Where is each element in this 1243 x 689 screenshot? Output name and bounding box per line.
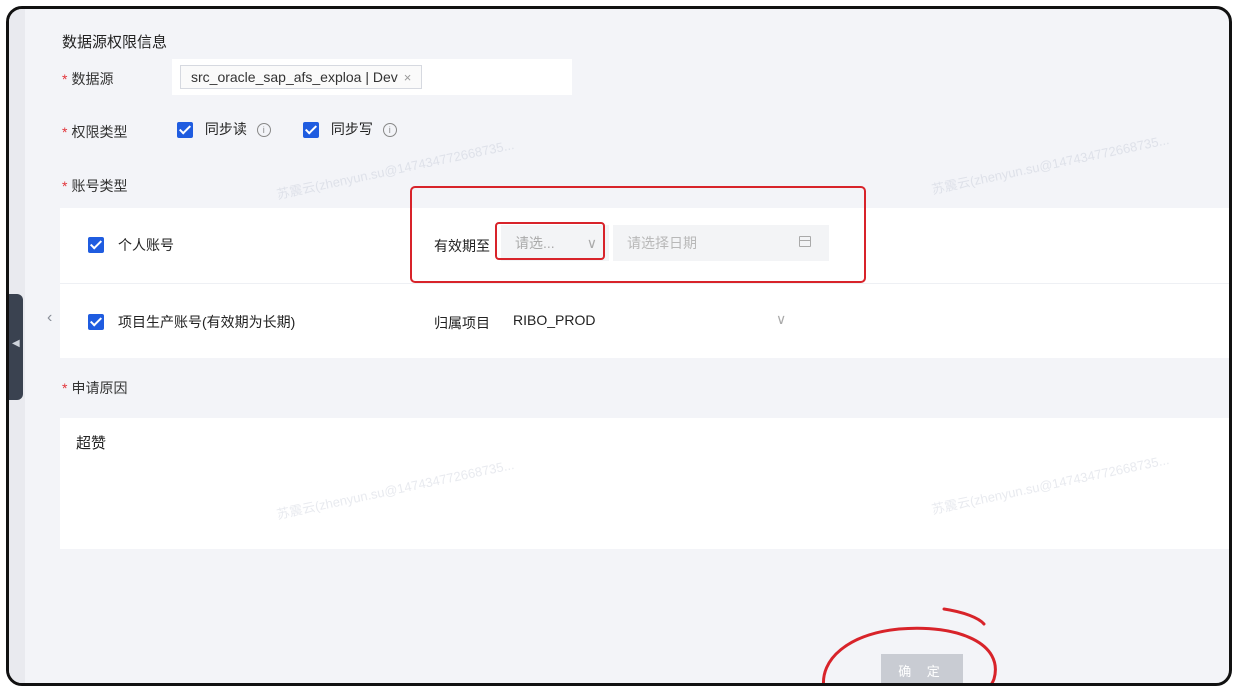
reason-label-row: * 申请原因 [62,378,127,398]
perm-write-label: 同步写 [330,121,373,137]
required-mark: * [62,178,68,194]
perm-write-option[interactable]: 同步写 i [303,119,397,139]
personal-account-option[interactable]: 个人账号 [88,235,174,255]
owner-project-value[interactable]: RIBO_PROD [513,312,595,328]
datasource-label: 数据源 [71,71,114,87]
permission-label-row: * 权限类型 [62,122,127,142]
project-account-option[interactable]: 项目生产账号(有效期为长期) [88,312,295,332]
required-mark: * [62,380,68,396]
confirm-button[interactable]: 确 定 [881,654,963,683]
required-mark: * [62,124,68,140]
reason-text: 超赞 [76,435,107,452]
datasource-select[interactable]: src_oracle_sap_afs_exploa | Dev × [172,59,572,95]
tag-close-icon[interactable]: × [404,70,412,85]
permission-label: 权限类型 [71,124,128,140]
account-type-label-row: * 账号类型 [62,176,127,196]
watermark: 苏震云(zhenyun.su@147434772668735... [930,131,1171,198]
owner-project-label: 归属项目 [434,315,490,331]
required-mark: * [62,71,68,87]
info-icon[interactable]: i [382,123,397,138]
chevron-left-icon[interactable]: ‹ [47,309,52,327]
sidebar-toggle-handle[interactable]: ◀ [9,294,23,400]
perm-read-option[interactable]: 同步读 i [177,119,271,139]
datasource-tag: src_oracle_sap_afs_exploa | Dev × [180,65,423,89]
chevron-down-icon[interactable]: ∨ [776,311,786,328]
app-frame: ◀ ‹ 数据源权限信息 * 数据源 src_oracle_sap_afs_expl… [6,6,1232,686]
section-title: 数据源权限信息 [62,34,168,51]
checkbox-checked-icon[interactable] [88,237,104,253]
personal-account-label: 个人账号 [118,237,174,253]
project-account-label: 项目生产账号(有效期为长期) [118,314,296,330]
checkbox-checked-icon[interactable] [88,314,104,330]
checkbox-checked-icon[interactable] [177,122,193,139]
reason-label: 申请原因 [71,380,128,396]
annotation-rectangle [410,186,866,283]
perm-read-label: 同步读 [204,121,247,137]
info-icon[interactable]: i [256,123,271,138]
annotation-rectangle [495,222,605,260]
caret-left-icon: ◀ [12,338,20,349]
checkbox-checked-icon[interactable] [303,122,319,139]
reason-textarea[interactable]: 超赞 [60,418,1229,549]
datasource-tag-text: src_oracle_sap_afs_exploa | Dev [191,69,398,85]
datasource-label-row: * 数据源 [62,69,113,89]
account-type-label: 账号类型 [71,178,128,194]
row-divider [60,283,1229,284]
